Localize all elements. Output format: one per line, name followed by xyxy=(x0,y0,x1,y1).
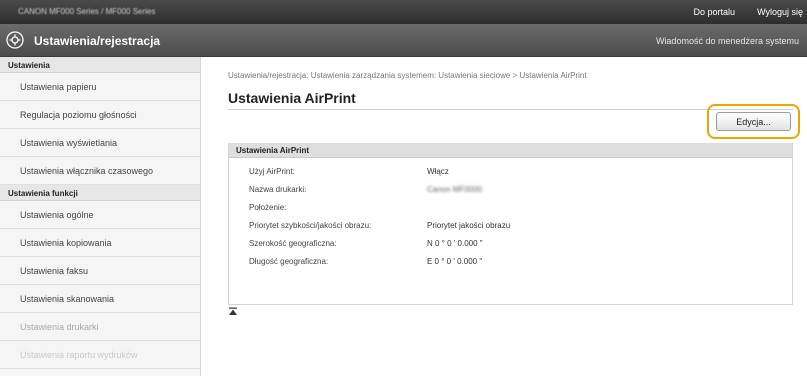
setting-row-location: Położenie: xyxy=(229,203,794,221)
setting-row-latitude: Szerokość geograficzna: N 0 ° 0 ' 0.000 … xyxy=(229,239,794,257)
page-title: Ustawienia AirPrint xyxy=(228,90,356,106)
portal-link[interactable]: Do portalu xyxy=(693,7,735,17)
setting-label: Położenie: xyxy=(249,203,287,212)
setting-row-use-airprint: Użyj AirPrint: Włącz xyxy=(229,167,794,185)
message-to-admin-link[interactable]: Wiadomość do menedżera systemu xyxy=(656,36,799,46)
edit-button-highlight: Edycja... xyxy=(707,104,800,139)
sidebar-item-print-report[interactable]: Ustawienia raportu wydruków xyxy=(0,341,200,369)
setting-value: N 0 ° 0 ' 0.000 " xyxy=(427,239,483,248)
setting-row-printer-name: Nazwa drukarki: Canon MF0000 xyxy=(229,185,794,203)
airprint-settings-panel: Ustawienia AirPrint Użyj AirPrint: Włącz… xyxy=(228,143,793,305)
setting-label: Długość geograficzna: xyxy=(249,257,329,266)
logout-link[interactable]: Wyloguj się xyxy=(757,7,803,17)
sidebar-item-printer[interactable]: Ustawienia drukarki xyxy=(0,313,200,341)
setting-row-longitude: Długość geograficzna: E 0 ° 0 ' 0.000 " xyxy=(229,257,794,275)
setting-value: Włącz xyxy=(427,167,449,176)
setting-label: Użyj AirPrint: xyxy=(249,167,295,176)
sidebar-item-scan[interactable]: Ustawienia skanowania xyxy=(0,285,200,313)
device-name: CANON MF000 Series / MF000 Series xyxy=(18,7,156,16)
sidebar-item-display[interactable]: Ustawienia wyświetlania xyxy=(0,129,200,157)
sidebar-item-volume[interactable]: Regulacja poziomu głośności xyxy=(0,101,200,129)
gear-settings-icon xyxy=(6,31,24,49)
setting-label: Szerokość geograficzna: xyxy=(249,239,337,248)
edit-button[interactable]: Edycja... xyxy=(716,112,791,131)
sidebar: Ustawienia Ustawienia papieru Regulacja … xyxy=(0,57,201,376)
setting-label: Nazwa drukarki: xyxy=(249,185,307,194)
panel-title: Ustawienia AirPrint xyxy=(229,143,792,158)
setting-label: Priorytet szybkości/jakości obrazu: xyxy=(249,221,372,230)
main-content: Ustawienia/rejestracja: Ustawienia zarzą… xyxy=(201,57,807,376)
setting-value: Canon MF0000 xyxy=(427,185,483,194)
sidebar-item-fax[interactable]: Ustawienia faksu xyxy=(0,257,200,285)
setting-value: Priorytet jakości obrazu xyxy=(427,221,511,230)
sidebar-item-copy[interactable]: Ustawienia kopiowania xyxy=(0,229,200,257)
top-bar: CANON MF000 Series / MF000 Series Do por… xyxy=(0,0,807,24)
setting-value: E 0 ° 0 ' 0.000 " xyxy=(427,257,483,266)
breadcrumb: Ustawienia/rejestracja: Ustawienia zarzą… xyxy=(228,71,587,80)
page-section-title: Ustawienia/rejestracja xyxy=(34,34,161,48)
sidebar-item-timer[interactable]: Ustawienia włącznika czasowego xyxy=(0,157,200,185)
setting-row-speed-quality: Priorytet szybkości/jakości obrazu: Prio… xyxy=(229,221,794,239)
to-top-arrow-icon[interactable] xyxy=(228,307,238,317)
sidebar-item-paper-settings[interactable]: Ustawienia papieru xyxy=(0,73,200,101)
sidebar-section-functions: Ustawienia funkcji xyxy=(0,185,200,201)
title-bar: Ustawienia/rejestracja Wiadomość do mene… xyxy=(0,24,807,57)
sidebar-section-settings: Ustawienia xyxy=(0,57,200,73)
sidebar-item-general[interactable]: Ustawienia ogólne xyxy=(0,201,200,229)
